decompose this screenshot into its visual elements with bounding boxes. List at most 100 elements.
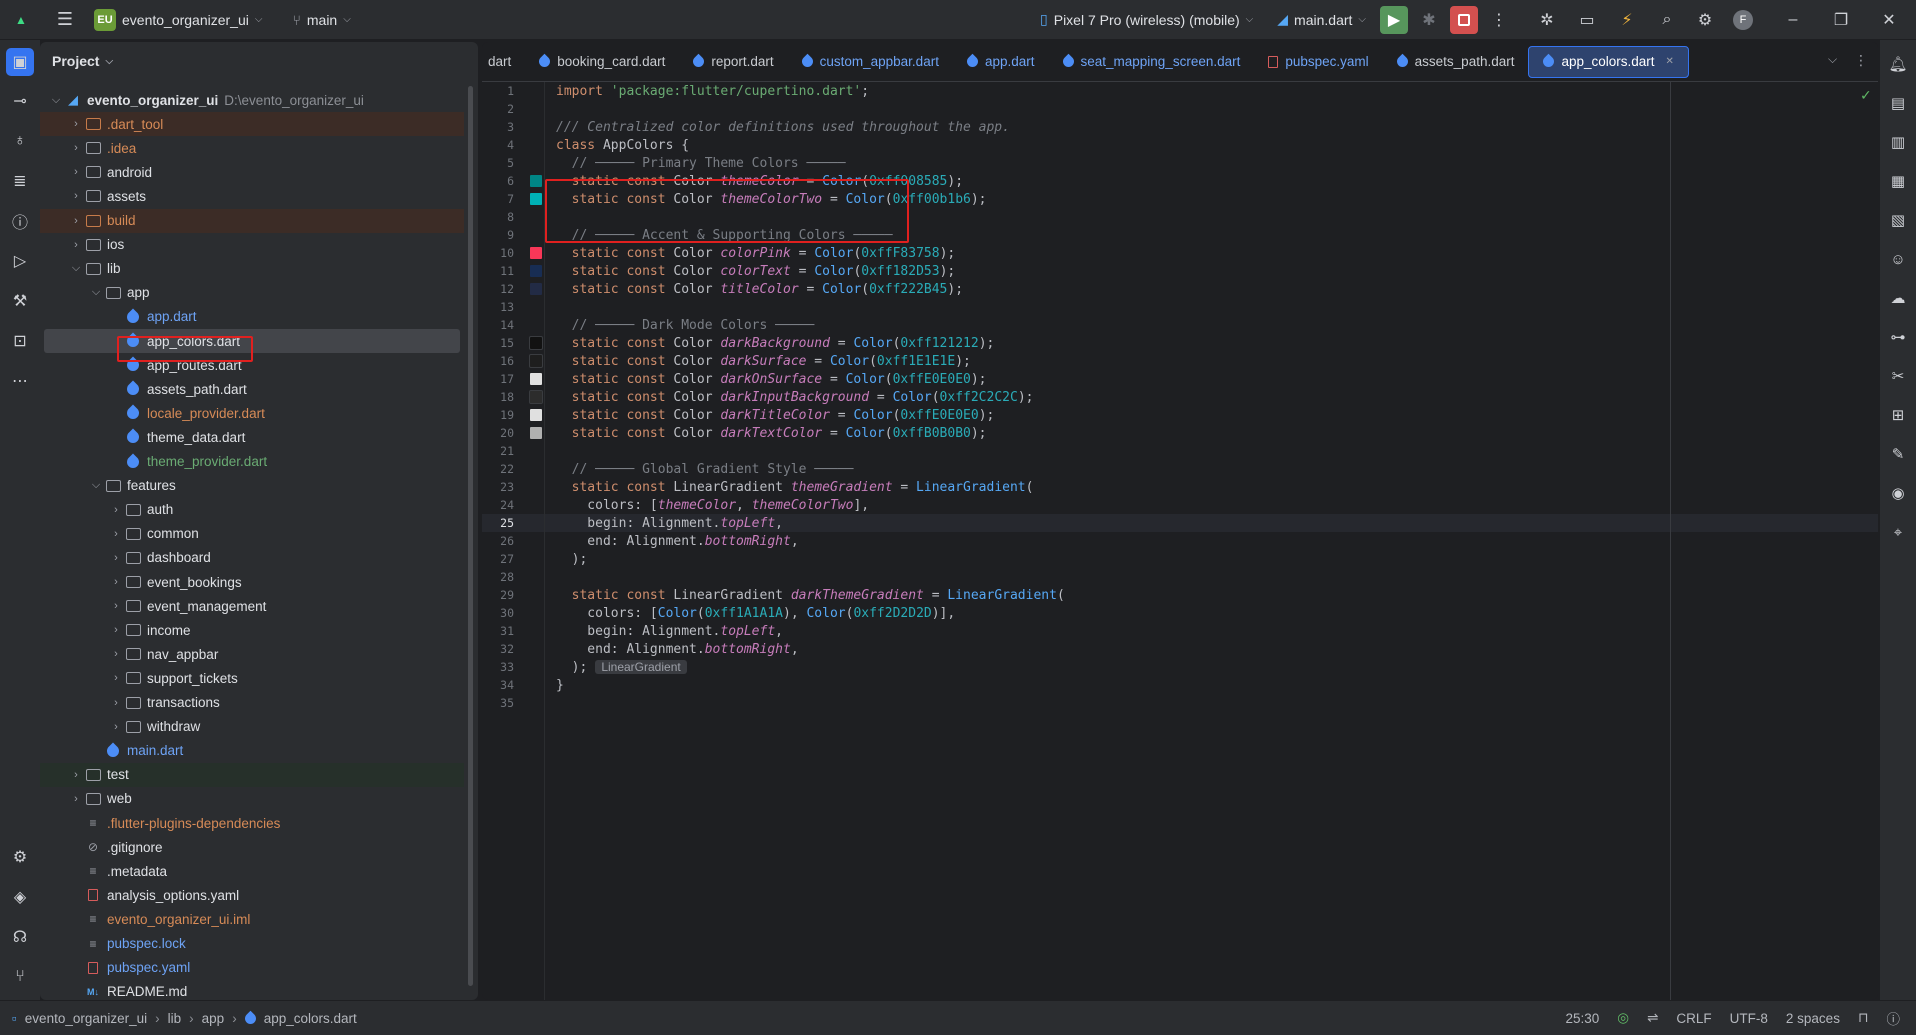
tree-item[interactable]: › build <box>40 208 464 233</box>
scissors-icon[interactable]: ✂ <box>1883 361 1913 391</box>
code-line[interactable]: 4 class AppColors { <box>482 136 1878 154</box>
code-line[interactable]: 10 static const Color colorPink = Color(… <box>482 244 1878 262</box>
problems-icon[interactable]: ⓘ <box>5 206 35 236</box>
warning-icon[interactable]: ⓘ <box>1887 1008 1901 1028</box>
code-line[interactable]: 21 <box>482 442 1878 460</box>
color-swatch-icon[interactable] <box>530 283 542 295</box>
tree-item[interactable]: › event_management <box>40 594 464 618</box>
code-line[interactable]: 28 <box>482 568 1878 586</box>
tree-item[interactable]: ⌵ features <box>40 474 464 498</box>
tree-item[interactable]: › ios <box>40 233 464 257</box>
code-line[interactable]: 35 <box>482 694 1878 712</box>
debug-icon[interactable]: ✱ <box>1414 5 1444 35</box>
code-line[interactable]: 11 static const Color colorText = Color(… <box>482 262 1878 280</box>
restore-icon[interactable]: ❐ <box>1826 5 1856 35</box>
tree-item[interactable]: ≡ evento_organizer_ui.iml <box>40 907 464 931</box>
notifications-bell-icon[interactable]: 🔔︎ <box>1883 49 1913 79</box>
code-line[interactable]: 13 <box>482 298 1878 316</box>
tree-item[interactable]: › event_bookings <box>40 570 464 594</box>
more-tools-icon[interactable]: ⋯ <box>5 366 35 396</box>
copilot-icon[interactable]: ☺ <box>1883 244 1913 274</box>
run-button[interactable]: ▶ <box>1380 5 1408 34</box>
layout-inspector-icon[interactable]: ⌖ <box>1883 517 1913 547</box>
bug-icon[interactable]: ✲ <box>1532 5 1562 35</box>
running-devices-icon[interactable]: ▤ <box>1883 88 1913 118</box>
editor-tab[interactable]: app.dart <box>953 46 1049 78</box>
tree-item[interactable]: › auth <box>40 498 464 522</box>
tree-item[interactable]: › income <box>40 618 464 642</box>
build-icon[interactable]: ⚒ <box>5 286 35 316</box>
device-selector[interactable]: ▯ Pixel 7 Pro (wireless) (mobile) ⌵ <box>1040 11 1253 28</box>
tree-item[interactable]: › common <box>40 522 464 546</box>
editor-tab[interactable]: seat_mapping_screen.dart <box>1049 46 1255 78</box>
chevron-right-icon[interactable]: › <box>68 239 84 251</box>
tree-item[interactable]: theme_provider.dart <box>40 450 464 474</box>
code-line[interactable]: 25 begin: Alignment.topLeft, <box>482 514 1878 532</box>
tools-icon[interactable]: ⚙ <box>5 842 35 872</box>
chevron-down-icon[interactable]: ⌵ <box>88 479 104 492</box>
lock-icon[interactable]: ⊓ <box>1858 1010 1869 1026</box>
chevron-right-icon[interactable]: › <box>68 190 84 202</box>
code-line[interactable]: 1 import 'package:flutter/cupertino.dart'… <box>482 82 1878 100</box>
tree-item[interactable]: ⊘ .gitignore <box>40 835 464 859</box>
tree-item[interactable]: analysis_options.yaml <box>40 883 464 907</box>
chevron-down-icon[interactable]: ⌵ <box>88 286 104 299</box>
chevron-right-icon[interactable]: › <box>68 769 84 781</box>
editor-tab[interactable]: custom_appbar.dart <box>788 46 953 78</box>
breadcrumb-item[interactable]: lib <box>168 1011 182 1026</box>
tree-item[interactable]: › nav_appbar <box>40 642 464 666</box>
tree-item[interactable]: app.dart <box>40 305 464 329</box>
color-swatch-icon[interactable] <box>529 390 543 404</box>
chevron-right-icon[interactable]: › <box>108 576 124 588</box>
code-line[interactable]: 34} <box>482 676 1878 694</box>
tree-item[interactable]: › test <box>40 762 464 787</box>
stop-button[interactable] <box>1450 5 1478 34</box>
gem-icon[interactable]: ◈ <box>5 882 35 912</box>
color-swatch-icon[interactable] <box>529 336 543 350</box>
code-line[interactable]: 33 ); LinearGradient <box>482 658 1878 676</box>
code-line[interactable]: 15 static const Color darkBackground = C… <box>482 334 1878 352</box>
terminal-icon[interactable]: ⊡ <box>5 326 35 356</box>
code-line[interactable]: 14 // ───── Dark Mode Colors ───── <box>482 316 1878 334</box>
flutter-status-icon[interactable]: ◎ <box>1617 1010 1629 1026</box>
code-line[interactable]: 22 // ───── Global Gradient Style ───── <box>482 460 1878 478</box>
project-selector[interactable]: EU evento_organizer_ui ⌵ <box>94 8 262 31</box>
color-swatch-icon[interactable] <box>530 373 542 385</box>
chevron-right-icon[interactable]: › <box>108 697 124 709</box>
code-line[interactable]: 5 // ───── Primary Theme Colors ───── <box>482 154 1878 172</box>
breadcrumb-item[interactable]: app_colors.dart <box>264 1011 357 1026</box>
code-line[interactable]: 30 colors: [Color(0xff1A1A1A), Color(0xf… <box>482 604 1878 622</box>
chevron-right-icon[interactable]: › <box>108 672 124 684</box>
breadcrumb-item[interactable]: evento_organizer_ui <box>25 1011 147 1026</box>
code-line[interactable]: 26 end: Alignment.bottomRight, <box>482 532 1878 550</box>
code-line[interactable]: 27 ); <box>482 550 1878 568</box>
code-line[interactable]: 23 static const LinearGradient themeGrad… <box>482 478 1878 496</box>
avatar[interactable]: F <box>1728 5 1758 35</box>
tree-item[interactable]: › withdraw <box>40 715 464 739</box>
chevron-right-icon[interactable]: › <box>108 624 124 636</box>
tree-item[interactable]: › dashboard <box>40 546 464 570</box>
project-folder-icon[interactable]: ▣ <box>6 48 34 76</box>
tree-item[interactable]: ≡ .flutter-plugins-dependencies <box>40 811 464 835</box>
editor-tab[interactable]: pubspec.yaml <box>1254 46 1382 78</box>
device-file-explorer-icon[interactable]: ▥ <box>1883 127 1913 157</box>
chevron-right-icon[interactable]: › <box>108 721 124 733</box>
color-swatch-icon[interactable] <box>530 409 542 421</box>
color-swatch-icon[interactable] <box>529 354 543 368</box>
tree-item[interactable]: › .idea <box>40 136 464 160</box>
color-swatch-icon[interactable] <box>530 193 542 205</box>
wrap-icon[interactable]: ⇌ <box>1647 1010 1658 1026</box>
chevron-right-icon[interactable]: › <box>108 552 124 564</box>
code-line[interactable]: 2 <box>482 100 1878 118</box>
link-icon[interactable]: ⊶ <box>1883 322 1913 352</box>
main-menu-icon[interactable]: ☰ <box>50 5 80 35</box>
chevron-right-icon[interactable]: › <box>68 215 84 227</box>
chevron-right-icon[interactable]: › <box>68 142 84 154</box>
branch-selector[interactable]: ⑂ main ⌵ <box>292 12 350 28</box>
tree-item[interactable]: main.dart <box>40 739 464 763</box>
tree-item[interactable]: theme_data.dart <box>40 425 464 449</box>
chevron-right-icon[interactable]: › <box>68 118 84 130</box>
code-line[interactable]: 20 static const Color darkTextColor = Co… <box>482 424 1878 442</box>
commit-icon[interactable]: ⊸ <box>5 86 35 116</box>
close-tab-icon[interactable]: ✕ <box>1666 56 1674 67</box>
